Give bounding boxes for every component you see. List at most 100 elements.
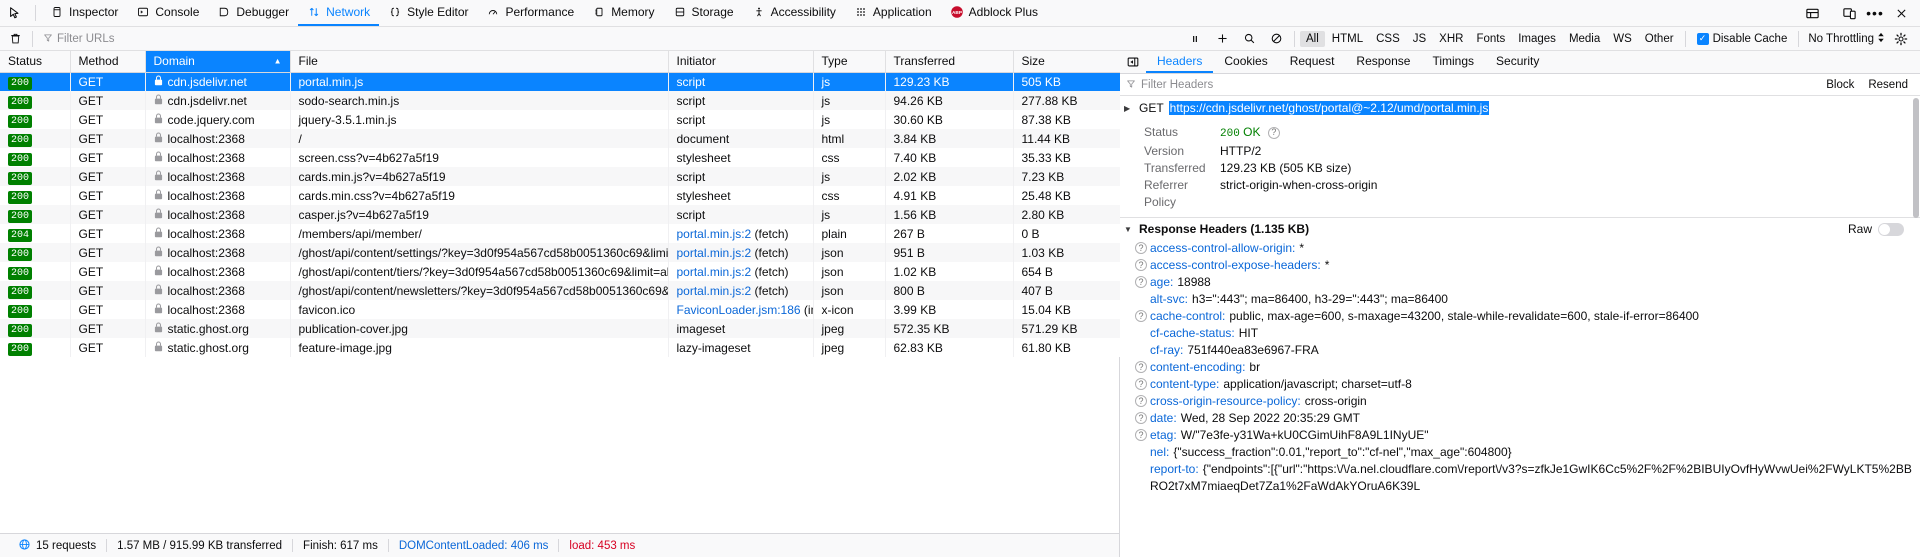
- cell-initiator[interactable]: portal.min.js:2 (fetch): [668, 224, 814, 243]
- request-url-row[interactable]: ▶ GET https://cdn.jsdelivr.net/ghost/por…: [1120, 96, 1920, 120]
- header-help-slot[interactable]: ?: [1128, 376, 1150, 390]
- column-header-initiator[interactable]: Initiator: [668, 51, 814, 73]
- filter-urls-input[interactable]: Filter URLs: [39, 30, 189, 48]
- initiator-link[interactable]: portal.min.js:2: [677, 227, 752, 241]
- tab-network[interactable]: Network: [298, 0, 380, 26]
- table-row[interactable]: 200 GET localhost:2368 favicon.ico FaviconLo…: [0, 300, 1121, 319]
- filter-type-js[interactable]: JS: [1407, 31, 1432, 47]
- help-icon[interactable]: ?: [1135, 310, 1147, 322]
- help-icon[interactable]: ?: [1135, 395, 1147, 407]
- collapse-triangle-icon[interactable]: ▼: [1124, 225, 1134, 234]
- tab-memory[interactable]: Memory: [583, 0, 663, 26]
- help-icon[interactable]: ?: [1135, 412, 1147, 424]
- table-row[interactable]: 200 GET localhost:2368 /document html 3.84 KB…: [0, 129, 1121, 148]
- initiator-link[interactable]: FaviconLoader.jsm:186: [677, 303, 801, 317]
- column-header-method[interactable]: Method: [70, 51, 146, 73]
- table-row[interactable]: 200 GET static.ghost.org feature-image.jpg l…: [0, 338, 1121, 357]
- header-help-slot[interactable]: ?: [1128, 393, 1150, 407]
- initiator-link[interactable]: portal.min.js:2: [677, 246, 752, 260]
- tab-application[interactable]: Application: [845, 0, 941, 26]
- tab-style-editor[interactable]: Style Editor: [379, 0, 477, 26]
- response-headers-section-header[interactable]: ▼ Response Headers (1.135 KB) Raw: [1120, 218, 1920, 240]
- table-row[interactable]: 200 GET localhost:2368 cards.min.js?v=4b627…: [0, 167, 1121, 186]
- header-help-slot[interactable]: ?: [1128, 257, 1150, 271]
- tab-accessibility[interactable]: Accessibility: [743, 0, 845, 26]
- header-help-slot[interactable]: ?: [1128, 410, 1150, 424]
- gear-icon[interactable]: [1890, 32, 1912, 46]
- tab-console[interactable]: Console: [127, 0, 208, 26]
- raw-toggle-switch[interactable]: [1878, 222, 1904, 236]
- table-row[interactable]: 200 GET localhost:2368/ghost/api/content/t…: [0, 262, 1121, 281]
- column-header-size[interactable]: Size: [1013, 51, 1121, 73]
- help-icon[interactable]: ?: [1267, 126, 1280, 139]
- help-icon[interactable]: ?: [1135, 429, 1147, 441]
- table-row[interactable]: 200 GET localhost:2368 screen.css?v=4b627a5…: [0, 148, 1121, 167]
- help-icon[interactable]: ?: [1135, 276, 1147, 288]
- column-header-status[interactable]: Status: [0, 51, 71, 73]
- filter-type-css[interactable]: CSS: [1370, 31, 1406, 47]
- responsive-design-mode-icon[interactable]: [1836, 2, 1862, 24]
- details-tab-cookies[interactable]: Cookies: [1213, 51, 1278, 73]
- details-tab-headers[interactable]: Headers: [1146, 51, 1214, 73]
- search-icon[interactable]: [1236, 28, 1262, 50]
- expand-triangle-icon[interactable]: ▶: [1124, 104, 1134, 113]
- table-row[interactable]: 200 GET localhost:2368 cards.min.css?v=4b62…: [0, 186, 1121, 205]
- header-help-slot[interactable]: ?: [1128, 274, 1150, 288]
- filter-type-media[interactable]: Media: [1563, 31, 1606, 47]
- filter-type-fonts[interactable]: Fonts: [1470, 31, 1511, 47]
- expand-panel-icon[interactable]: [1120, 51, 1146, 73]
- cell-initiator[interactable]: FaviconLoader.jsm:186 (img): [668, 300, 814, 319]
- details-scrollbar-thumb[interactable]: [1913, 98, 1919, 218]
- tab-debugger[interactable]: Debugger: [208, 0, 298, 26]
- details-tab-request[interactable]: Request: [1279, 51, 1346, 73]
- header-help-slot[interactable]: ?: [1128, 359, 1150, 373]
- cell-initiator[interactable]: portal.min.js:2 (fetch): [668, 262, 814, 281]
- cell-initiator[interactable]: portal.min.js:2 (fetch): [668, 243, 814, 262]
- raw-toggle[interactable]: Raw: [1848, 222, 1912, 236]
- filter-type-all[interactable]: All: [1300, 30, 1325, 47]
- table-row[interactable]: 200 GET localhost:2368/ghost/api/content/s…: [0, 243, 1121, 262]
- details-tab-timings[interactable]: Timings: [1421, 51, 1485, 73]
- help-icon[interactable]: ?: [1135, 378, 1147, 390]
- details-tab-response[interactable]: Response: [1345, 51, 1421, 73]
- request-url[interactable]: https://cdn.jsdelivr.net/ghost/portal@~2…: [1168, 101, 1490, 115]
- details-scrollbar[interactable]: [1912, 96, 1920, 557]
- initiator-link[interactable]: portal.min.js:2: [677, 284, 752, 298]
- element-picker-icon[interactable]: [0, 0, 30, 26]
- column-header-domain[interactable]: Domain ▲: [145, 51, 291, 73]
- tab-storage[interactable]: Storage: [664, 0, 743, 26]
- table-row[interactable]: 200 GET cdn.jsdelivr.net sodo-search.min.js…: [0, 91, 1121, 110]
- close-devtools-icon[interactable]: [1888, 2, 1914, 24]
- headers-scroll-area[interactable]: ▶ GET https://cdn.jsdelivr.net/ghost/por…: [1120, 96, 1920, 557]
- column-header-type[interactable]: Type: [813, 51, 886, 73]
- pause-icon[interactable]: [1182, 28, 1208, 50]
- initiator-link[interactable]: portal.min.js:2: [677, 265, 752, 279]
- table-row[interactable]: 200 GET cdn.jsdelivr.net portal.min.js scrip…: [0, 72, 1121, 91]
- filter-type-xhr[interactable]: XHR: [1433, 31, 1469, 47]
- tab-adblock-plus[interactable]: ABP Adblock Plus: [941, 0, 1047, 26]
- filter-type-ws[interactable]: WS: [1607, 31, 1638, 47]
- tab-performance[interactable]: Performance: [477, 0, 583, 26]
- details-tab-security[interactable]: Security: [1485, 51, 1550, 73]
- table-row[interactable]: 204 GET localhost:2368/members/api/member/…: [0, 224, 1121, 243]
- cell-initiator[interactable]: portal.min.js:2 (fetch): [668, 281, 814, 300]
- table-row[interactable]: 200 GET localhost:2368 casper.js?v=4b627a5f…: [0, 205, 1121, 224]
- filter-type-images[interactable]: Images: [1512, 31, 1562, 47]
- block-button[interactable]: Block: [1826, 79, 1854, 91]
- help-icon[interactable]: ?: [1135, 242, 1147, 254]
- clear-requests-icon[interactable]: [4, 32, 26, 45]
- help-icon[interactable]: ?: [1135, 259, 1147, 271]
- table-row[interactable]: 200 GET code.jquery.com jquery-3.5.1.min.js…: [0, 110, 1121, 129]
- help-icon[interactable]: ?: [1135, 361, 1147, 373]
- filter-type-other[interactable]: Other: [1639, 31, 1680, 47]
- filter-type-html[interactable]: HTML: [1326, 31, 1369, 47]
- table-row[interactable]: 200 GET localhost:2368/ghost/api/content/n…: [0, 281, 1121, 300]
- header-help-slot[interactable]: ?: [1128, 427, 1150, 441]
- disable-cache-checkbox[interactable]: ✓ Disable Cache: [1691, 32, 1794, 45]
- meatball-menu-icon[interactable]: •••: [1862, 2, 1888, 24]
- block-icon[interactable]: [1263, 28, 1289, 50]
- column-header-transferred[interactable]: Transferred: [885, 51, 1014, 73]
- split-console-icon[interactable]: [1799, 2, 1825, 24]
- column-header-file[interactable]: File: [290, 51, 669, 73]
- resend-button[interactable]: Resend: [1868, 79, 1908, 91]
